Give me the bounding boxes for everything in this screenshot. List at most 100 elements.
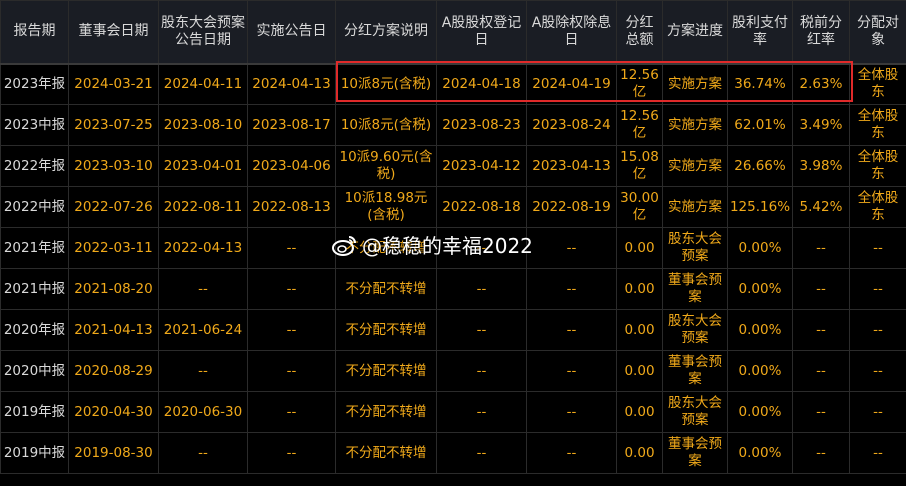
- cell-total-dividend: 0.00: [616, 309, 663, 351]
- cell-total-dividend: 15.08亿: [616, 145, 663, 187]
- cell-ex-dividend-date: 2024-04-19: [526, 63, 617, 105]
- table-row[interactable]: 2020中报 2020-08-29 -- -- 不分配不转增 -- -- 0.00 董事会预案 0…: [0, 350, 906, 392]
- cell-agm-date: 2022-04-13: [158, 227, 248, 269]
- table-row[interactable]: 2023中报 2023-07-25 2023-08-10 2023-08-17 10派8…: [0, 104, 906, 146]
- cell-payout-ratio: 36.74%: [727, 63, 793, 105]
- cell-implementation-date: 2022-08-13: [247, 186, 336, 228]
- cell-agm-date: 2021-06-24: [158, 309, 248, 351]
- table-row[interactable]: 2023年报 2024-03-21 2024-04-11 2024-04-13 10派8…: [0, 63, 906, 105]
- cell-agm-date: --: [158, 432, 248, 474]
- col-header-total-dividend[interactable]: 分红总额: [616, 0, 663, 65]
- cell-payout-ratio: 0.00%: [727, 432, 793, 474]
- cell-report-period: 2021年报: [0, 227, 69, 269]
- col-header-ex-dividend-date[interactable]: A股除权除息日: [526, 0, 617, 65]
- cell-plan-description: 不分配不转增: [335, 227, 437, 269]
- cell-pretax-yield: 2.63%: [792, 63, 850, 105]
- cell-report-period: 2019中报: [0, 432, 69, 474]
- cell-distribution-target: --: [849, 227, 906, 269]
- col-header-distribution-target[interactable]: 分配对象: [849, 0, 906, 65]
- col-header-plan-description[interactable]: 分红方案说明: [335, 0, 437, 65]
- col-header-record-date[interactable]: A股股权登记日: [436, 0, 527, 65]
- cell-ex-dividend-date: 2023-04-13: [526, 145, 617, 187]
- cell-agm-date: --: [158, 268, 248, 310]
- cell-board-date: 2021-08-20: [68, 268, 159, 310]
- cell-record-date: --: [436, 268, 527, 310]
- col-header-payout-ratio[interactable]: 股利支付率: [727, 0, 793, 65]
- cell-payout-ratio: 125.16%: [727, 186, 793, 228]
- table-row[interactable]: 2022年报 2023-03-10 2023-04-01 2023-04-06 10派9…: [0, 145, 906, 187]
- cell-payout-ratio: 0.00%: [727, 227, 793, 269]
- cell-payout-ratio: 26.66%: [727, 145, 793, 187]
- cell-report-period: 2020年报: [0, 309, 69, 351]
- cell-total-dividend: 0.00: [616, 350, 663, 392]
- cell-payout-ratio: 0.00%: [727, 350, 793, 392]
- cell-implementation-date: --: [247, 309, 336, 351]
- cell-agm-date: --: [158, 350, 248, 392]
- col-header-pretax-yield[interactable]: 税前分红率: [792, 0, 850, 65]
- cell-payout-ratio: 0.00%: [727, 391, 793, 433]
- cell-total-dividend: 30.00亿: [616, 186, 663, 228]
- cell-distribution-target: --: [849, 432, 906, 474]
- cell-plan-description: 10派8元(含税): [335, 63, 437, 105]
- cell-total-dividend: 0.00: [616, 432, 663, 474]
- cell-agm-date: 2020-06-30: [158, 391, 248, 433]
- cell-report-period: 2023中报: [0, 104, 69, 146]
- cell-plan-progress: 实施方案: [662, 104, 728, 146]
- cell-distribution-target: 全体股东: [849, 104, 906, 146]
- cell-distribution-target: 全体股东: [849, 63, 906, 105]
- cell-record-date: --: [436, 391, 527, 433]
- cell-implementation-date: 2024-04-13: [247, 63, 336, 105]
- cell-pretax-yield: --: [792, 432, 850, 474]
- cell-agm-date: 2022-08-11: [158, 186, 248, 228]
- cell-board-date: 2022-07-26: [68, 186, 159, 228]
- cell-board-date: 2022-03-11: [68, 227, 159, 269]
- cell-plan-description: 不分配不转增: [335, 432, 437, 474]
- cell-plan-progress: 实施方案: [662, 145, 728, 187]
- cell-ex-dividend-date: --: [526, 350, 617, 392]
- table-row[interactable]: 2020年报 2021-04-13 2021-06-24 -- 不分配不转增 -- -- 0.…: [0, 309, 906, 351]
- cell-ex-dividend-date: --: [526, 432, 617, 474]
- cell-record-date: --: [436, 227, 527, 269]
- header-row: 报告期 董事会日期 股东大会预案公告日期 实施公告日 分红方案说明 A股股权登记…: [0, 0, 906, 65]
- cell-agm-date: 2023-08-10: [158, 104, 248, 146]
- cell-total-dividend: 12.56亿: [616, 104, 663, 146]
- table-row[interactable]: 2021中报 2021-08-20 -- -- 不分配不转增 -- -- 0.00 董事会预案 0…: [0, 268, 906, 310]
- cell-board-date: 2020-04-30: [68, 391, 159, 433]
- cell-plan-progress: 股东大会预案: [662, 227, 728, 269]
- table-row[interactable]: 2019年报 2020-04-30 2020-06-30 -- 不分配不转增 -- -- 0.…: [0, 391, 906, 433]
- col-header-board-date[interactable]: 董事会日期: [68, 0, 159, 65]
- cell-agm-date: 2023-04-01: [158, 145, 248, 187]
- cell-record-date: 2023-08-23: [436, 104, 527, 146]
- table-row[interactable]: 2022中报 2022-07-26 2022-08-11 2022-08-13 10派1…: [0, 186, 906, 228]
- cell-pretax-yield: 3.49%: [792, 104, 850, 146]
- col-header-plan-progress[interactable]: 方案进度: [662, 0, 728, 65]
- cell-record-date: 2022-08-18: [436, 186, 527, 228]
- cell-ex-dividend-date: --: [526, 309, 617, 351]
- cell-plan-progress: 董事会预案: [662, 432, 728, 474]
- cell-report-period: 2022中报: [0, 186, 69, 228]
- cell-plan-description: 不分配不转增: [335, 309, 437, 351]
- cell-board-date: 2023-03-10: [68, 145, 159, 187]
- col-header-implementation-date[interactable]: 实施公告日: [247, 0, 336, 65]
- cell-implementation-date: --: [247, 391, 336, 433]
- cell-implementation-date: --: [247, 432, 336, 474]
- table-row[interactable]: 2019中报 2019-08-30 -- -- 不分配不转增 -- -- 0.00 董事会预案 0…: [0, 432, 906, 474]
- cell-report-period: 2021中报: [0, 268, 69, 310]
- cell-plan-progress: 股东大会预案: [662, 309, 728, 351]
- col-header-report-period[interactable]: 报告期: [0, 0, 69, 65]
- col-header-agm-date[interactable]: 股东大会预案公告日期: [158, 0, 248, 65]
- cell-implementation-date: 2023-08-17: [247, 104, 336, 146]
- cell-pretax-yield: --: [792, 350, 850, 392]
- cell-pretax-yield: --: [792, 309, 850, 351]
- cell-implementation-date: --: [247, 350, 336, 392]
- cell-distribution-target: --: [849, 309, 906, 351]
- cell-pretax-yield: 3.98%: [792, 145, 850, 187]
- table-row[interactable]: 2021年报 2022-03-11 2022-04-13 -- 不分配不转增 -- -- 0.…: [0, 227, 906, 269]
- cell-record-date: 2023-04-12: [436, 145, 527, 187]
- cell-total-dividend: 0.00: [616, 268, 663, 310]
- cell-plan-description: 10派18.98元(含税): [335, 186, 437, 228]
- cell-ex-dividend-date: 2023-08-24: [526, 104, 617, 146]
- cell-total-dividend: 12.56亿: [616, 63, 663, 105]
- cell-plan-description: 不分配不转增: [335, 391, 437, 433]
- cell-payout-ratio: 62.01%: [727, 104, 793, 146]
